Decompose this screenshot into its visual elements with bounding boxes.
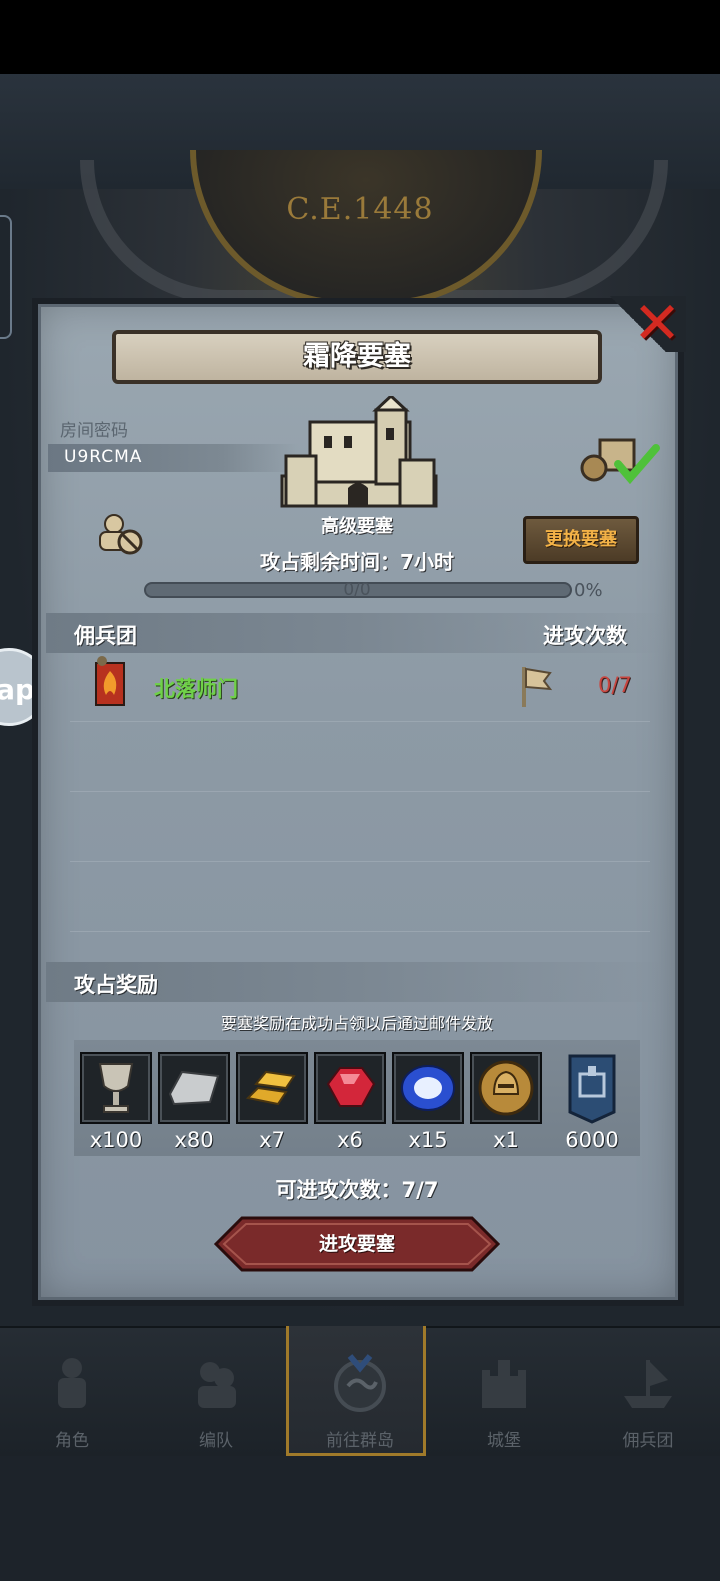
row-divider [70, 861, 650, 862]
reward-item[interactable]: x100 [80, 1052, 152, 1152]
remaining-attempts: 可进攻次数：7/7 [275, 1178, 439, 1202]
reward-qty: x6 [337, 1128, 363, 1152]
nav-label: 城堡 [487, 1431, 521, 1451]
goblet-icon [98, 1063, 134, 1113]
nav-item-castle[interactable]: 城堡 [432, 1326, 576, 1456]
attack-flag-icon [522, 667, 553, 707]
nav-item-character[interactable]: 角色 [0, 1326, 144, 1456]
nav-item-islands[interactable]: 前往群岛 [288, 1326, 432, 1456]
reward-item[interactable]: x7 [236, 1052, 308, 1152]
fortress-castle-icon [280, 396, 438, 508]
side-tab[interactable] [0, 215, 12, 339]
reward-item[interactable]: x1 [470, 1052, 542, 1152]
iron-ingot-icon [168, 1070, 220, 1106]
reward-item[interactable]: 6000 [556, 1052, 628, 1152]
nav-item-mercenary[interactable]: 佣兵团 [576, 1326, 720, 1456]
reward-item[interactable]: x80 [158, 1052, 230, 1152]
attack-fortress-button[interactable]: 进攻要塞 [214, 1216, 500, 1272]
reward-header: 攻占奖励 [74, 973, 158, 997]
nav-label: 角色 [55, 1431, 89, 1451]
guild-row[interactable]: 北落师门 0/7 [80, 655, 640, 715]
room-code-value: U9RCMA [64, 447, 143, 467]
reward-item[interactable]: x15 [392, 1052, 464, 1152]
formation-icon [198, 1362, 236, 1408]
close-icon: ✕ [632, 289, 682, 357]
attack-button-label: 进攻要塞 [318, 1233, 395, 1255]
helmet-medal-icon [478, 1060, 534, 1116]
castle-icon [482, 1360, 526, 1408]
nav-label: 编队 [199, 1431, 233, 1451]
knight-icon [58, 1358, 86, 1408]
reward-item[interactable]: x6 [314, 1052, 386, 1152]
guild-name: 北落师门 [154, 677, 238, 701]
supply-crate-icon [580, 438, 660, 484]
nav-label: 前往群岛 [326, 1431, 394, 1451]
sapphire-icon [401, 1065, 455, 1111]
progress-count: 0/0 [343, 580, 371, 600]
nav-bottom-fill [0, 1456, 720, 1581]
gold-bars-icon [245, 1070, 296, 1106]
room-code-label: 房间密码 [60, 421, 128, 441]
dialog-title: 霜降要塞 [112, 330, 602, 384]
guild-attack-count: 0/7 [598, 673, 632, 697]
fortress-banner-icon [568, 1054, 616, 1124]
nav-item-formation[interactable]: 编队 [144, 1326, 288, 1456]
ruby-icon [326, 1067, 376, 1107]
row-divider [70, 721, 650, 722]
guild-column-header: 佣兵团 [74, 624, 137, 648]
reward-note: 要塞奖励在成功占领以后通过邮件发放 [220, 1014, 493, 1033]
nav-label: 佣兵团 [622, 1431, 674, 1451]
guild-banner-icon [95, 656, 125, 706]
attack-count-column-header: 进攻次数 [543, 624, 627, 648]
status-bar [0, 0, 720, 74]
reward-qty: x80 [174, 1128, 214, 1152]
progress-percent: 0% [574, 580, 603, 601]
reward-qty: x15 [408, 1128, 448, 1152]
reward-qty: 6000 [565, 1128, 619, 1152]
row-divider [70, 931, 650, 932]
row-divider [70, 791, 650, 792]
close-button[interactable]: ✕ [630, 294, 684, 352]
reward-qty: x100 [89, 1128, 143, 1152]
islands-icon [334, 1354, 386, 1412]
time-remaining: 攻占剩余时间：7小时 [260, 550, 454, 574]
reward-qty: x7 [259, 1128, 285, 1152]
reward-qty: x1 [493, 1128, 519, 1152]
ship-icon [624, 1360, 672, 1408]
era-label: C.E.1448 [286, 192, 434, 227]
